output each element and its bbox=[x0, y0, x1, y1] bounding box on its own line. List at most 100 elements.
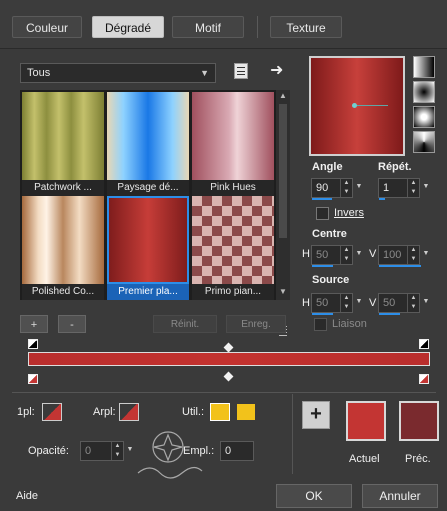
scroll-up-icon[interactable]: ▲ bbox=[276, 91, 290, 103]
angle-handle-line bbox=[354, 105, 388, 106]
add-gradient-button[interactable]: + bbox=[20, 315, 48, 333]
current-color-swatch[interactable] bbox=[346, 401, 386, 441]
source-h-slider-indicator bbox=[312, 313, 333, 315]
tab-divider bbox=[257, 16, 258, 38]
gradient-thumbnail bbox=[22, 196, 104, 284]
opacity-stop-left[interactable] bbox=[28, 339, 38, 349]
gradient-item-label: Premier pla... bbox=[107, 284, 189, 300]
chevron-down-icon: ▼ bbox=[200, 68, 209, 78]
opacity-stop-right[interactable] bbox=[419, 339, 429, 349]
gradient-item-label: Polished Co... bbox=[22, 284, 104, 300]
current-color-label: Actuel bbox=[349, 453, 380, 465]
source-v-label: V bbox=[369, 297, 377, 309]
reset-button[interactable]: Réinit. bbox=[153, 315, 217, 333]
center-v-input[interactable]: 100 ▲ ▼ bbox=[378, 245, 421, 267]
gradient-list: Patchwork ... Paysage dé... Pink Hues Po… bbox=[20, 90, 276, 300]
gradient-item-label: Pink Hues bbox=[192, 180, 274, 196]
center-h-input[interactable]: 50 ▲ ▼ bbox=[311, 245, 353, 267]
background-label: Arpl: bbox=[93, 406, 116, 418]
file-view-icon[interactable] bbox=[234, 63, 248, 79]
spin-arrows-icon[interactable]: ▲ ▼ bbox=[340, 246, 352, 264]
tab-texture[interactable]: Texture bbox=[270, 16, 342, 38]
user-label: Util.: bbox=[182, 406, 204, 418]
source-v-input[interactable]: 50 ▲ ▼ bbox=[378, 293, 420, 315]
radial-style-button[interactable] bbox=[413, 106, 435, 128]
linear-style-button[interactable] bbox=[413, 56, 435, 78]
spin-arrows-icon[interactable]: ▲ ▼ bbox=[111, 442, 123, 460]
color-stop-left[interactable] bbox=[28, 374, 38, 384]
invert-checkbox[interactable] bbox=[316, 207, 329, 220]
add-color-button[interactable]: + bbox=[302, 401, 330, 429]
location-value: 0 bbox=[225, 445, 232, 457]
opacity-input[interactable]: 0 ▲ ▼ bbox=[80, 441, 124, 461]
gradient-item-label: Primo pian... bbox=[192, 284, 274, 300]
background-stop-button[interactable] bbox=[119, 403, 139, 421]
tab-couleur[interactable]: Couleur bbox=[12, 16, 82, 38]
source-h-input[interactable]: 50 ▲ ▼ bbox=[311, 293, 353, 315]
chevron-down-icon[interactable]: ▼ bbox=[421, 245, 431, 263]
repeat-label: Répét. bbox=[378, 161, 412, 173]
opacity-midpoint[interactable] bbox=[223, 342, 234, 353]
gradient-item-label: Paysage dé... bbox=[107, 180, 189, 196]
center-h-label: H bbox=[302, 248, 310, 260]
watermark-logo bbox=[137, 431, 203, 479]
link-checkbox[interactable] bbox=[314, 318, 327, 331]
spin-arrows-icon[interactable]: ▲ ▼ bbox=[407, 294, 419, 312]
chevron-down-icon[interactable]: ▼ bbox=[421, 178, 431, 196]
gradient-thumbnail bbox=[22, 92, 104, 180]
center-handle[interactable] bbox=[352, 103, 357, 108]
angle-value: 90 bbox=[316, 182, 329, 194]
opacity-label: Opacité: bbox=[28, 445, 69, 457]
cancel-button[interactable]: Annuler bbox=[362, 484, 438, 508]
help-link[interactable]: Aide bbox=[16, 490, 38, 502]
user-color-swatch-1[interactable] bbox=[210, 403, 230, 421]
save-button[interactable]: Enreg. bbox=[226, 315, 286, 333]
location-input[interactable]: 0 bbox=[220, 441, 254, 461]
gradient-preview[interactable] bbox=[309, 56, 405, 156]
spin-arrows-icon[interactable]: ▲ ▼ bbox=[407, 246, 419, 264]
chevron-down-icon[interactable]: ▼ bbox=[354, 178, 364, 196]
center-v-value: 100 bbox=[383, 249, 402, 261]
source-v-slider-indicator bbox=[379, 313, 400, 315]
center-label: Centre bbox=[312, 228, 347, 240]
chevron-down-icon[interactable]: ▼ bbox=[421, 293, 431, 311]
gradient-thumbnail bbox=[107, 92, 189, 180]
spin-arrows-icon[interactable]: ▲ ▼ bbox=[340, 179, 352, 197]
gradient-thumbnail bbox=[192, 196, 274, 284]
sunburst-style-button[interactable] bbox=[413, 131, 435, 153]
scroll-thumb[interactable] bbox=[279, 104, 287, 238]
chevron-down-icon[interactable]: ▼ bbox=[354, 245, 364, 263]
category-dropdown[interactable]: Tous ▼ bbox=[20, 63, 216, 83]
remove-gradient-button[interactable]: - bbox=[58, 315, 86, 333]
tab-degrade[interactable]: Dégradé bbox=[92, 16, 164, 38]
chevron-down-icon[interactable]: ▼ bbox=[354, 293, 364, 311]
color-midpoint[interactable] bbox=[223, 371, 234, 382]
spin-arrows-icon[interactable]: ▲ ▼ bbox=[340, 294, 352, 312]
center-h-slider-indicator bbox=[312, 265, 333, 267]
user-color-swatch-2[interactable] bbox=[236, 403, 256, 421]
angle-input[interactable]: 90 ▲ ▼ bbox=[311, 178, 353, 200]
gradient-bar[interactable] bbox=[28, 352, 430, 366]
gradient-list-scrollbar[interactable]: ▲ ▼ bbox=[276, 90, 290, 338]
center-h-value: 50 bbox=[316, 249, 329, 261]
source-h-label: H bbox=[302, 297, 310, 309]
repeat-input[interactable]: 1 ▲ ▼ bbox=[378, 178, 420, 200]
previous-color-label: Préc. bbox=[405, 453, 431, 465]
gradient-item-label: Patchwork ... bbox=[22, 180, 104, 196]
gradient-thumbnail bbox=[192, 92, 274, 180]
foreground-stop-button[interactable] bbox=[42, 403, 62, 421]
tab-motif[interactable]: Motif bbox=[172, 16, 244, 38]
tab-bar: Couleur Dégradé Motif Texture bbox=[0, 0, 447, 49]
spin-arrows-icon[interactable]: ▲ ▼ bbox=[407, 179, 419, 197]
arrow-right-icon[interactable]: ➜ bbox=[270, 60, 283, 80]
angle-slider-indicator bbox=[312, 198, 332, 200]
divider bbox=[12, 392, 436, 393]
scroll-down-icon[interactable]: ▼ bbox=[276, 287, 290, 299]
previous-color-swatch[interactable] bbox=[399, 401, 439, 441]
opacity-value: 0 bbox=[85, 445, 92, 457]
color-stop-right[interactable] bbox=[419, 374, 429, 384]
rectangular-style-button[interactable] bbox=[413, 81, 435, 103]
ok-button[interactable]: OK bbox=[276, 484, 352, 508]
category-dropdown-value: Tous bbox=[27, 67, 51, 79]
center-v-slider-indicator bbox=[379, 265, 421, 267]
